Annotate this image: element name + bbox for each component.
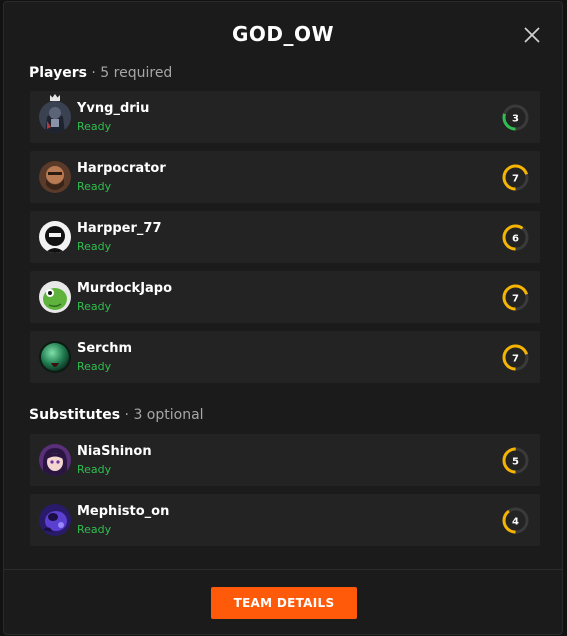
player-row[interactable]: MurdockJapo Ready 7 bbox=[30, 271, 540, 323]
captain-crown-icon bbox=[50, 94, 60, 101]
player-status: Ready bbox=[77, 300, 112, 313]
substitute-status: Ready bbox=[77, 463, 112, 476]
skill-level-value: 7 bbox=[512, 174, 519, 185]
substitutes-section-header: Substitutes · 3 optional bbox=[29, 407, 204, 423]
player-row[interactable]: Serchm Ready 7 bbox=[30, 331, 540, 383]
skill-level-value: 5 bbox=[512, 457, 519, 468]
team-details-button[interactable]: TEAM DETAILS bbox=[211, 587, 357, 619]
team-modal: GOD_OW Players · 5 required Yvng_driu Re… bbox=[3, 1, 563, 635]
player-avatar bbox=[39, 221, 71, 253]
skill-level-gauge: 7 bbox=[502, 284, 529, 311]
skill-level-gauge: 3 bbox=[502, 104, 529, 131]
skill-level-value: 7 bbox=[512, 294, 519, 305]
skill-level-gauge: 5 bbox=[502, 447, 529, 474]
skill-level-gauge: 6 bbox=[502, 224, 529, 251]
skill-level-gauge: 7 bbox=[502, 164, 529, 191]
footer-divider bbox=[4, 569, 562, 570]
player-name: Harpocrator bbox=[77, 161, 166, 176]
skill-level-value: 7 bbox=[512, 354, 519, 365]
substitutes-section-label: Substitutes bbox=[29, 407, 121, 423]
players-section-label: Players bbox=[29, 65, 87, 81]
player-name: MurdockJapo bbox=[77, 281, 173, 296]
player-row[interactable]: Harpocrator Ready 7 bbox=[30, 151, 540, 203]
player-name: Serchm bbox=[77, 341, 133, 356]
substitute-row[interactable]: Mephisto_on Ready 4 bbox=[30, 494, 540, 546]
player-status: Ready bbox=[77, 180, 112, 193]
substitute-avatar bbox=[39, 444, 71, 476]
player-avatar bbox=[39, 161, 71, 193]
player-status: Ready bbox=[77, 120, 112, 133]
players-section-header: Players · 5 required bbox=[29, 65, 172, 81]
substitute-name: NiaShinon bbox=[77, 444, 152, 459]
players-section-note: 5 required bbox=[100, 65, 173, 81]
players-section-separator: · bbox=[91, 65, 96, 81]
player-row[interactable]: Harpper_77 Ready 6 bbox=[30, 211, 540, 263]
player-name: Yvng_driu bbox=[77, 101, 150, 116]
player-name: Harpper_77 bbox=[77, 221, 162, 236]
skill-level-value: 4 bbox=[512, 517, 519, 528]
player-row[interactable]: Yvng_driu Ready 3 bbox=[30, 91, 540, 143]
close-icon[interactable] bbox=[522, 25, 542, 45]
player-status: Ready bbox=[77, 360, 112, 373]
skill-level-value: 3 bbox=[512, 114, 519, 125]
substitute-row[interactable]: NiaShinon Ready 5 bbox=[30, 434, 540, 486]
substitutes-section-note: 3 optional bbox=[133, 407, 204, 423]
skill-level-gauge: 7 bbox=[502, 344, 529, 371]
player-avatar bbox=[39, 101, 71, 133]
player-status: Ready bbox=[77, 240, 112, 253]
substitute-name: Mephisto_on bbox=[77, 504, 170, 519]
substitute-status: Ready bbox=[77, 523, 112, 536]
skill-level-gauge: 4 bbox=[502, 507, 529, 534]
substitute-avatar bbox=[39, 504, 71, 536]
player-avatar bbox=[39, 341, 71, 373]
team-title: GOD_OW bbox=[231, 22, 335, 46]
skill-level-value: 6 bbox=[512, 234, 519, 245]
player-avatar bbox=[39, 281, 71, 313]
substitutes-section-separator: · bbox=[124, 407, 129, 423]
